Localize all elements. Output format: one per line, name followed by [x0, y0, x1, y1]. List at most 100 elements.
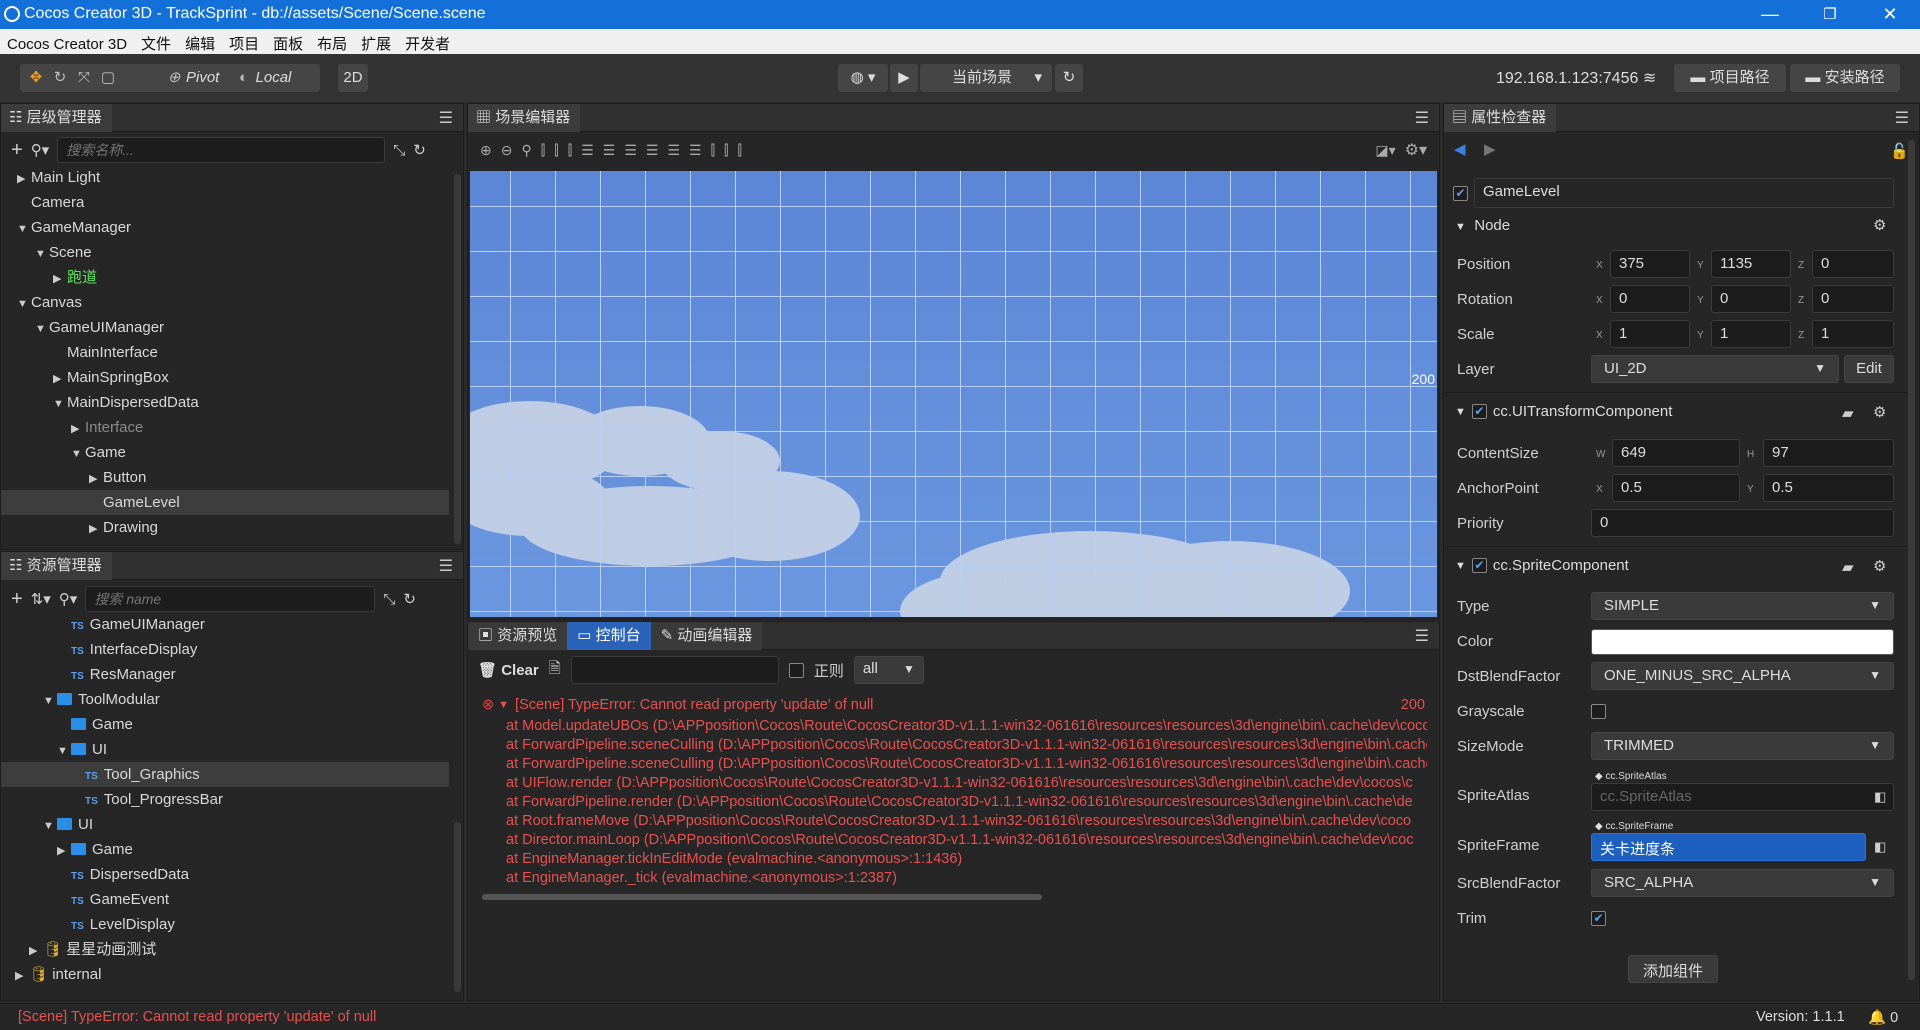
position-y-input[interactable]: 1135 [1711, 250, 1791, 278]
align-vcenter-icon[interactable]: ☰ [603, 142, 616, 159]
grayscale-checkbox[interactable] [1591, 704, 1606, 719]
hierarchy-node[interactable]: GameLevel [1, 490, 449, 515]
stack-line[interactable]: at ForwardPipeline.sceneCulling (D:\APPp… [506, 736, 1427, 755]
asset-item[interactable]: TS Tool_ProgressBar [1, 787, 449, 812]
node-active-checkbox[interactable]: ✔ [1453, 186, 1468, 201]
error-entry[interactable]: ⊗ ▼ [Scene] TypeError: Cannot read proper… [482, 694, 1439, 717]
notification-count[interactable]: 🔔 0 [1868, 1009, 1898, 1026]
scale-y-input[interactable]: 1 [1711, 320, 1791, 348]
hierarchy-node[interactable]: Camera [1, 190, 449, 215]
anchor-x-input[interactable]: 0.5 [1612, 474, 1740, 502]
collapsed-arrow-icon[interactable]: ▶ [89, 467, 103, 492]
scale-z-input[interactable]: 1 [1812, 320, 1894, 348]
asset-item[interactable]: TS InterfaceDisplay [1, 637, 449, 662]
distribute-left-icon[interactable]: ⫿ [711, 142, 715, 159]
menu-layout[interactable]: 布局 [310, 29, 354, 54]
book-icon[interactable]: ▰ [1842, 558, 1854, 576]
rotation-x-input[interactable]: 0 [1610, 285, 1690, 313]
color-swatch[interactable] [1591, 629, 1894, 655]
stack-line[interactable]: at Root.frameMove (D:\APPposition\Cocos\… [506, 812, 1427, 831]
move-tool-icon[interactable]: ✥ [24, 64, 48, 92]
expanded-arrow-icon[interactable]: ▼ [53, 392, 67, 417]
search-icon[interactable]: ⚲▾ [31, 141, 50, 159]
panel-menu-icon[interactable]: ☰ [1415, 108, 1429, 128]
sort-icon[interactable]: ⇅▾ [31, 590, 51, 608]
add-component-button[interactable]: 添加组件 [1628, 955, 1718, 983]
hierarchy-node[interactable]: ▶ Button [1, 465, 449, 490]
distribute-vcenter-icon[interactable]: ☰ [667, 142, 680, 159]
hierarchy-node[interactable]: MainInterface [1, 340, 449, 365]
expanded-arrow-icon[interactable]: ▼ [57, 739, 71, 764]
forward-arrow-icon[interactable]: ▶ [1484, 140, 1496, 158]
scene-viewport[interactable]: 200 [470, 171, 1437, 617]
hierarchy-node[interactable]: ▼ GameManager [1, 215, 449, 240]
anchor-y-input[interactable]: 0.5 [1763, 474, 1894, 502]
asset-picker-icon[interactable]: ◧ [1874, 789, 1886, 805]
assets-scrollbar[interactable] [454, 822, 461, 992]
asset-picker-icon[interactable]: ◧ [1874, 839, 1886, 855]
sizemode-select[interactable]: TRIMMED ▼ [1591, 732, 1894, 760]
menu-developer[interactable]: 开发者 [398, 29, 457, 54]
inspector-scrollbar[interactable] [1908, 140, 1915, 980]
collapsed-arrow-icon[interactable]: ▶ [29, 939, 43, 964]
menu-edit[interactable]: 编辑 [178, 29, 222, 54]
sprite-enabled-checkbox[interactable]: ✔ [1471, 558, 1487, 573]
asset-item[interactable]: TS LevelDisplay [1, 912, 449, 937]
uitransform-header[interactable]: ▼ ✔ cc.UITransformComponent [1455, 403, 1672, 420]
asset-item[interactable]: ▼ ToolModular [1, 687, 449, 712]
platform-globe-icon[interactable]: ◍ ▾ [838, 64, 888, 92]
srcblend-select[interactable]: SRC_ALPHA ▼ [1591, 869, 1894, 897]
gear-icon[interactable]: ⚙ [1873, 557, 1886, 575]
expanded-arrow-icon[interactable]: ▼ [43, 689, 57, 714]
menu-app[interactable]: Cocos Creator 3D [0, 32, 134, 53]
collapse-icon[interactable]: ⤡ [393, 142, 405, 159]
stack-line[interactable]: at EngineManager._tick (evalmachine.<ano… [506, 869, 1427, 888]
lock-icon[interactable]: 🔓 [1890, 142, 1909, 160]
log-level-select[interactable]: all ▼ [853, 656, 924, 684]
menu-extension[interactable]: 扩展 [354, 29, 398, 54]
collapsed-arrow-icon[interactable]: ▶ [53, 267, 67, 292]
hierarchy-node[interactable]: ▶ 跑道 [1, 265, 449, 290]
priority-input[interactable]: 0 [1591, 509, 1894, 537]
scale-x-input[interactable]: 1 [1610, 320, 1690, 348]
hierarchy-node[interactable]: ▼ GameUIManager [1, 315, 449, 340]
asset-item[interactable]: ▶ Game [1, 837, 449, 862]
uitransform-enabled-checkbox[interactable]: ✔ [1471, 404, 1487, 419]
stack-line[interactable]: at Director.mainLoop (D:\APPposition\Coc… [506, 831, 1427, 850]
collapsed-arrow-icon[interactable]: ▶ [17, 167, 31, 192]
position-x-input[interactable]: 375 [1610, 250, 1690, 278]
asset-item[interactable]: TS GameUIManager [1, 612, 449, 637]
contentsize-w-input[interactable]: 649 [1612, 439, 1740, 467]
assets-tab[interactable]: ☷ 资源管理器 [1, 551, 112, 580]
book-icon[interactable]: ▰ [1842, 404, 1854, 422]
contentsize-h-input[interactable]: 97 [1763, 439, 1894, 467]
stack-line[interactable]: at Model.updateUBOs (D:\APPposition\Coco… [506, 717, 1427, 736]
align-bottom-icon[interactable]: ☰ [624, 142, 637, 159]
console-hscrollbar[interactable] [482, 894, 1042, 900]
regex-checkbox[interactable] [788, 662, 804, 678]
sprite-header[interactable]: ▼ ✔ cc.SpriteComponent [1455, 557, 1629, 574]
asset-item[interactable]: ▶ 🛢 星星动画测试 [1, 937, 449, 962]
file-icon[interactable]: 🗎 [549, 658, 561, 683]
2d-toggle[interactable]: 2D [338, 64, 368, 92]
asset-item[interactable]: TS GameEvent [1, 887, 449, 912]
refresh-icon[interactable]: ↻ [1055, 64, 1083, 92]
hierarchy-node[interactable]: ▼ Scene [1, 240, 449, 265]
tab-animation-editor[interactable]: ✎ 动画编辑器 [650, 621, 763, 650]
console-filter-input[interactable] [570, 656, 779, 684]
tab-console[interactable]: ▭ 控制台 [567, 621, 651, 650]
stack-line[interactable]: at EngineManager.tickInEditMode (evalmac… [506, 850, 1427, 869]
distribute-hcenter-icon[interactable]: ⫿ [724, 142, 728, 159]
local-button[interactable]: Local [256, 69, 292, 86]
hierarchy-node[interactable]: ▼ Canvas [1, 290, 449, 315]
rotate-tool-icon[interactable]: ↻ [48, 64, 72, 92]
panel-menu-icon[interactable]: ☰ [439, 556, 453, 576]
rotation-y-input[interactable]: 0 [1711, 285, 1791, 313]
expanded-arrow-icon[interactable]: ▼ [35, 242, 49, 267]
expanded-arrow-icon[interactable]: ▼ [17, 292, 31, 317]
scene-select[interactable]: 当前场景 ▾ [920, 64, 1052, 92]
trim-checkbox[interactable]: ✔ [1591, 911, 1606, 926]
asset-item[interactable]: TS ResManager [1, 662, 449, 687]
gear-icon[interactable]: ⚙ [1873, 216, 1886, 234]
stack-line[interactable]: at UIFlow.render (D:\APPposition\Cocos\R… [506, 774, 1427, 793]
